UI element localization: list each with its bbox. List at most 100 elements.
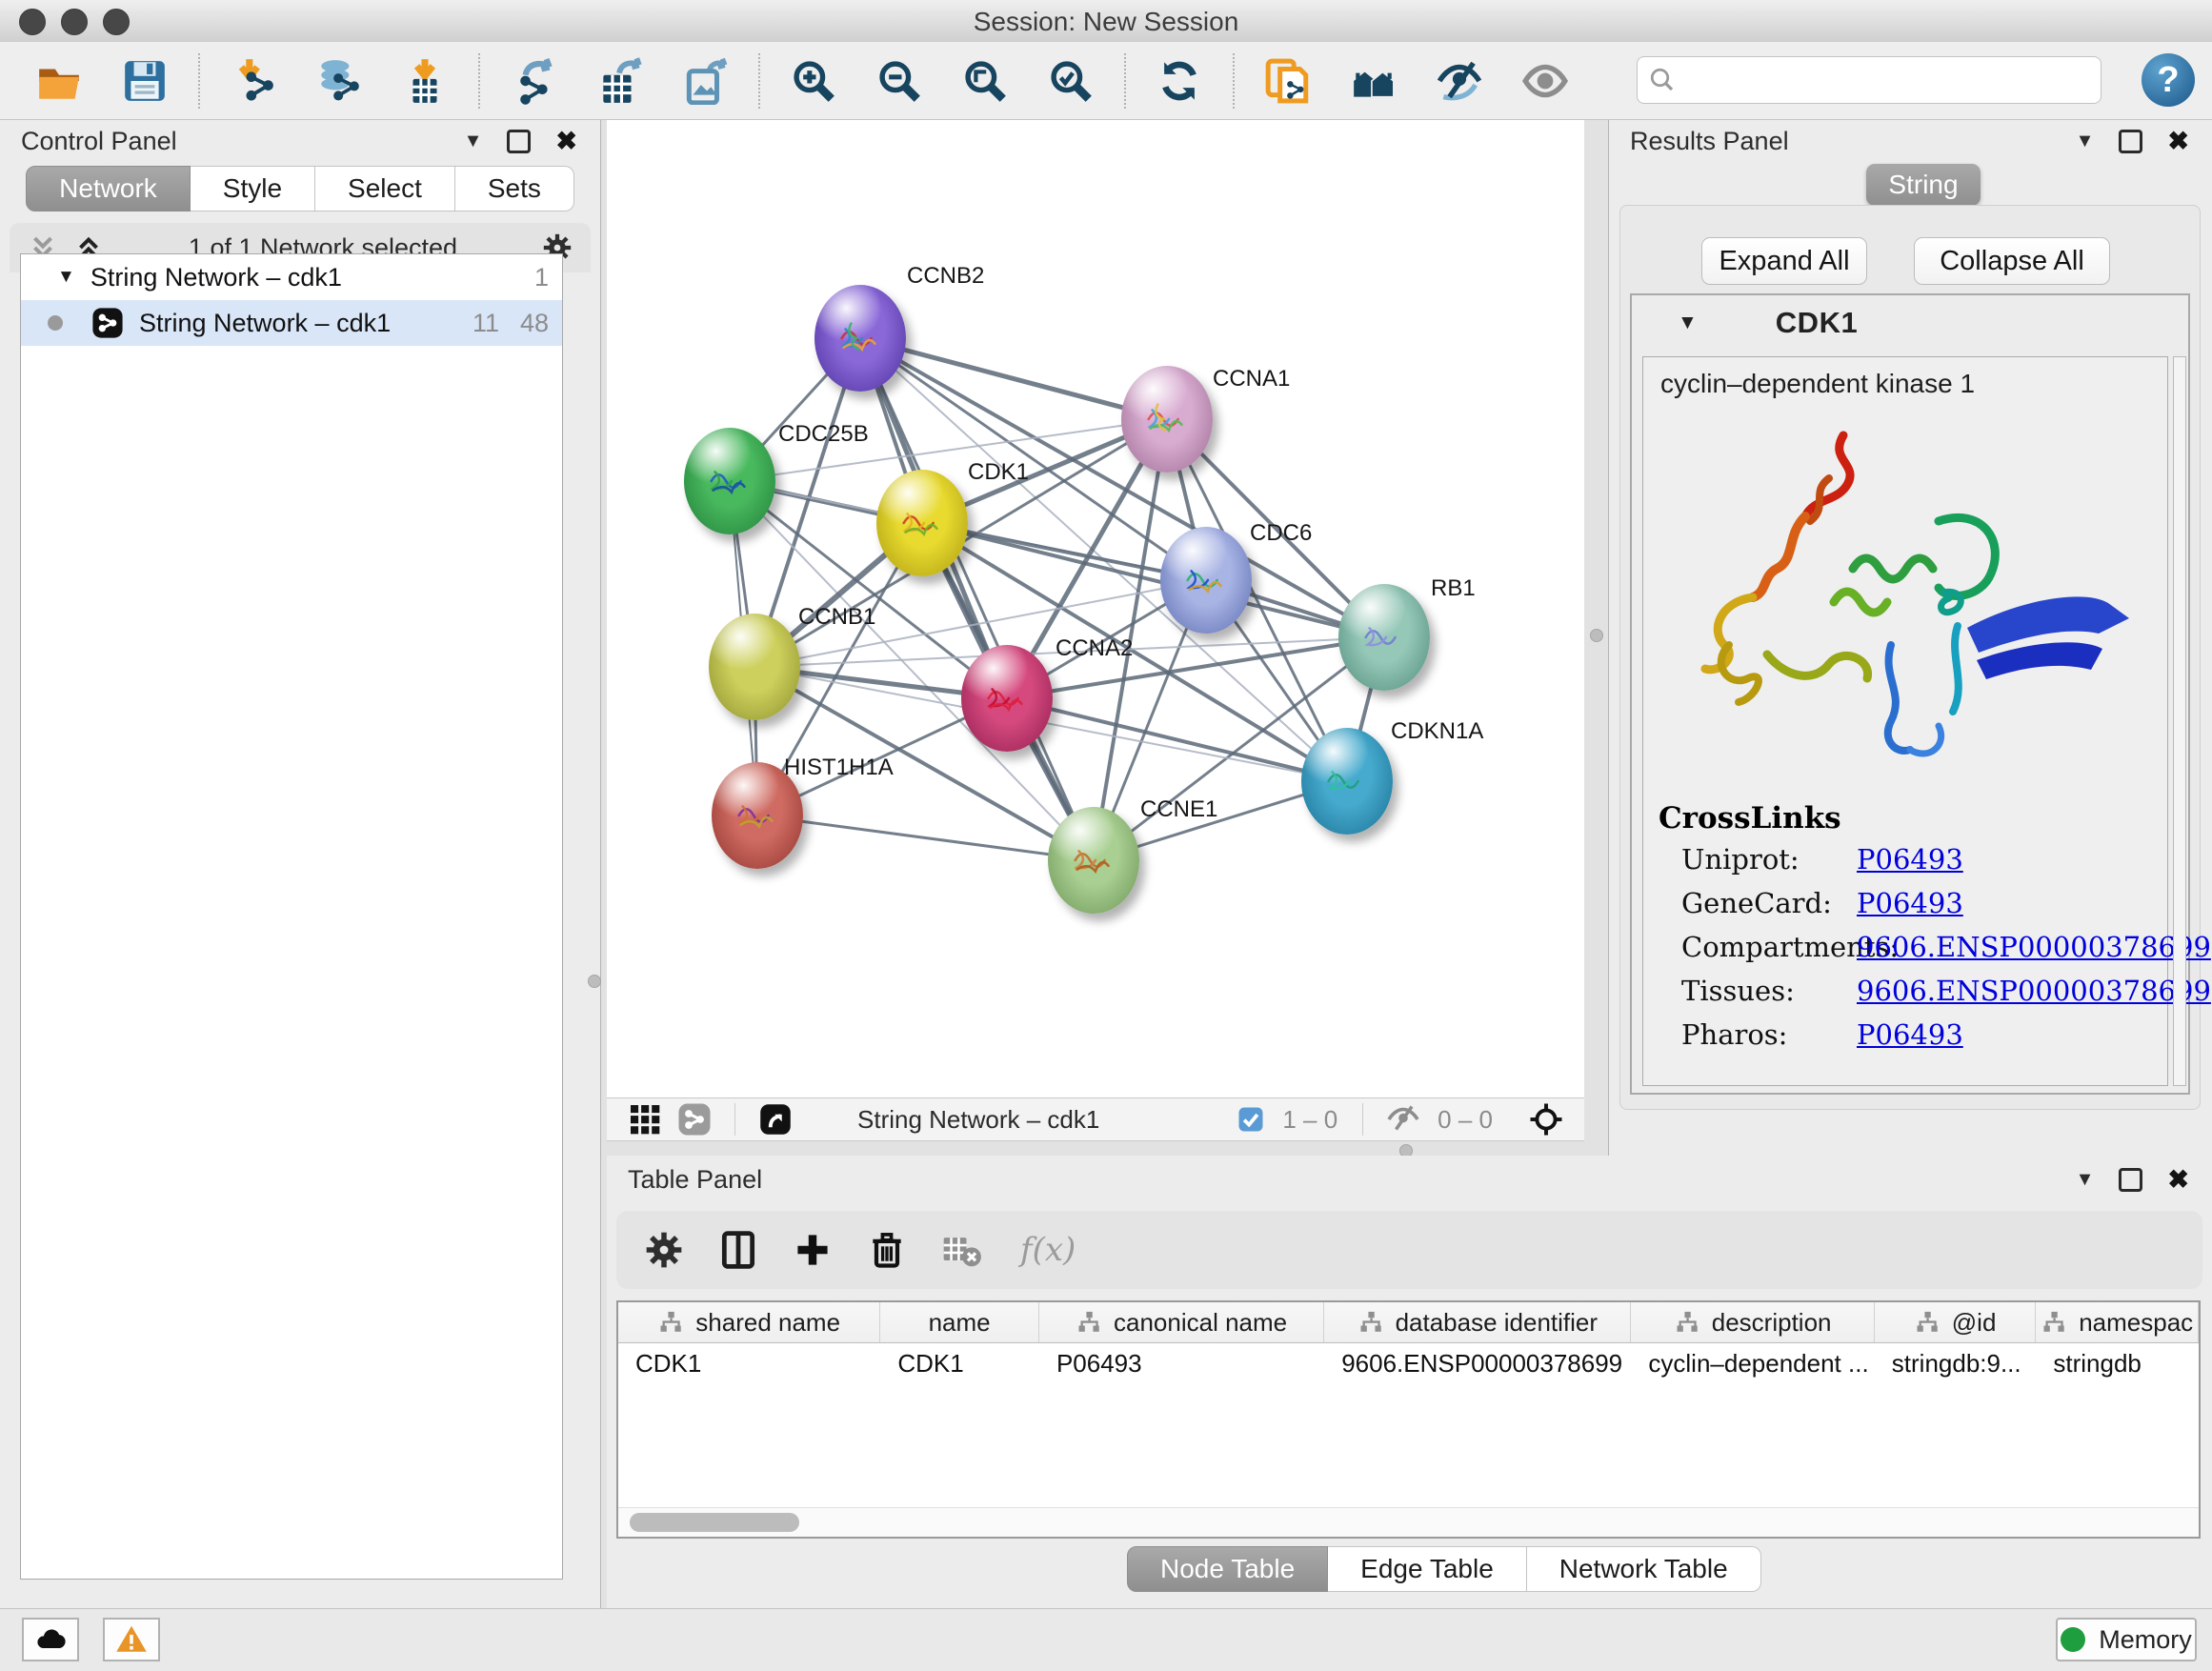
tab-network[interactable]: Network: [26, 166, 191, 211]
export-table-button[interactable]: [589, 50, 650, 111]
panel-menu-caret-icon[interactable]: ▼: [2076, 1169, 2095, 1191]
import-database-button[interactable]: [309, 50, 370, 111]
hide-selected-button[interactable]: [1429, 50, 1490, 111]
table-cell[interactable]: cyclin–dependent ...: [1631, 1343, 1874, 1383]
delete-table-icon[interactable]: [940, 1229, 982, 1271]
import-network-button[interactable]: [223, 50, 284, 111]
delete-column-icon[interactable]: [866, 1229, 908, 1271]
copy-network-button[interactable]: [1257, 50, 1318, 111]
network-edge[interactable]: [922, 523, 1384, 637]
crosslink-link[interactable]: 9606.ENSP00000378699: [1857, 975, 2211, 1007]
column-header--id[interactable]: @id: [1875, 1302, 2037, 1342]
tab-edge-table[interactable]: Edge Table: [1328, 1546, 1527, 1592]
gene-collapse-caret-icon[interactable]: ▼: [1678, 312, 1698, 334]
panel-menu-caret-icon[interactable]: ▼: [2076, 131, 2095, 152]
memory-status-dot-icon: [2061, 1627, 2085, 1652]
expand-all-button[interactable]: Expand All: [1701, 237, 1867, 285]
refresh-button[interactable]: [1149, 50, 1210, 111]
splitter-grip[interactable]: [1590, 629, 1603, 642]
collapse-all-button[interactable]: Collapse All: [1914, 237, 2110, 285]
table-hscrollbar[interactable]: [618, 1507, 2199, 1537]
crosshair-icon[interactable]: [1529, 1102, 1563, 1137]
panel-close-icon[interactable]: ✖: [555, 127, 577, 156]
column-header-namespac[interactable]: namespac: [2036, 1302, 2199, 1342]
network-view-canvas[interactable]: CCNB2CCNA1CDC25BCDK1CDC6RB1CCNB1CCNA2CDK…: [607, 120, 1584, 1097]
warnings-button[interactable]: [103, 1618, 160, 1661]
network-view-icon[interactable]: [677, 1102, 712, 1137]
tab-node-table[interactable]: Node Table: [1127, 1546, 1328, 1592]
search-icon: [1648, 66, 1677, 94]
table-cell[interactable]: P06493: [1039, 1343, 1324, 1383]
column-header-shared-name[interactable]: shared name: [618, 1302, 880, 1342]
network-node-CDC6[interactable]: [1160, 527, 1252, 634]
cloud-status-button[interactable]: [22, 1618, 79, 1661]
tab-string[interactable]: String: [1866, 164, 1981, 206]
network-edge[interactable]: [860, 338, 1167, 419]
crosslink-link[interactable]: P06493: [1857, 887, 1963, 919]
grid-view-icon[interactable]: [628, 1102, 662, 1137]
add-column-icon[interactable]: [792, 1229, 834, 1271]
tab-network-table[interactable]: Network Table: [1527, 1546, 1761, 1592]
splitter-grip[interactable]: [588, 975, 601, 988]
column-header-description[interactable]: description: [1631, 1302, 1874, 1342]
export-network-button[interactable]: [503, 50, 564, 111]
zoom-fit-button[interactable]: [955, 50, 1016, 111]
open-session-button[interactable]: [29, 50, 90, 111]
hscrollbar-thumb[interactable]: [630, 1513, 799, 1532]
column-header-database-identifier[interactable]: database identifier: [1324, 1302, 1631, 1342]
table-cell[interactable]: stringdb:9...: [1875, 1343, 2037, 1383]
table-settings-gear-icon[interactable]: [643, 1229, 685, 1271]
function-builder-icon[interactable]: f(x): [1020, 1231, 1076, 1269]
show-columns-icon[interactable]: [717, 1229, 759, 1271]
panel-close-icon[interactable]: ✖: [2167, 127, 2189, 156]
zoom-selected-button[interactable]: [1040, 50, 1101, 111]
network-node-CDKN1A[interactable]: [1301, 728, 1393, 835]
panel-float-icon[interactable]: [2119, 130, 2142, 153]
birds-eye-view-icon[interactable]: [758, 1102, 793, 1137]
network-node-CCNA2[interactable]: [961, 645, 1053, 752]
panel-float-icon[interactable]: [2119, 1168, 2142, 1192]
network-node-CDC25B[interactable]: [684, 428, 775, 534]
column-header-name[interactable]: name: [880, 1302, 1039, 1342]
network-edge[interactable]: [860, 338, 1094, 860]
memory-button[interactable]: Memory: [2056, 1618, 2197, 1661]
import-table-button[interactable]: [394, 50, 455, 111]
crosslink-link[interactable]: P06493: [1857, 1018, 1963, 1051]
table-cell[interactable]: stringdb: [2036, 1343, 2199, 1383]
network-node-CCNA1[interactable]: [1121, 366, 1213, 473]
hidden-eye-icon[interactable]: [1386, 1102, 1420, 1137]
tab-sets[interactable]: Sets: [455, 166, 574, 211]
export-image-button[interactable]: [674, 50, 735, 111]
tab-style[interactable]: Style: [191, 166, 315, 211]
footer-separator: [734, 1103, 735, 1136]
first-neighbors-button[interactable]: [1343, 50, 1404, 111]
zoom-out-button[interactable]: [869, 50, 930, 111]
network-node-CCNE1[interactable]: [1048, 807, 1139, 914]
show-all-button[interactable]: [1515, 50, 1576, 111]
search-input[interactable]: [1637, 56, 2101, 104]
tree-caret-icon[interactable]: ▼: [57, 267, 75, 288]
network-node-RB1[interactable]: [1338, 584, 1430, 691]
network-edge[interactable]: [757, 815, 1094, 860]
help-button[interactable]: ?: [2142, 53, 2195, 107]
column-header-canonical-name[interactable]: canonical name: [1039, 1302, 1324, 1342]
network-node-CCNB2[interactable]: [814, 285, 906, 392]
table-cell[interactable]: 9606.ENSP00000378699: [1324, 1343, 1631, 1383]
panel-float-icon[interactable]: [507, 130, 531, 153]
table-cell[interactable]: CDK1: [618, 1343, 880, 1383]
crosslink-link[interactable]: 9606.ENSP00000378699: [1857, 931, 2211, 963]
crosslink-link[interactable]: P06493: [1857, 843, 1963, 876]
zoom-in-button[interactable]: [783, 50, 844, 111]
results-scrollbar[interactable]: [2173, 356, 2186, 1086]
selected-checkbox-icon[interactable]: [1237, 1105, 1265, 1134]
network-collection-row[interactable]: ▼ String Network – cdk1 1: [21, 254, 562, 300]
panel-close-icon[interactable]: ✖: [2167, 1165, 2189, 1195]
network-row-selected[interactable]: String Network – cdk1 11 48: [21, 300, 562, 346]
tab-select[interactable]: Select: [315, 166, 455, 211]
network-node-CDK1[interactable]: [876, 470, 968, 576]
table-cell[interactable]: CDK1: [880, 1343, 1039, 1383]
panel-menu-caret-icon[interactable]: ▼: [464, 131, 483, 152]
table-row[interactable]: CDK1CDK1P064939606.ENSP00000378699cyclin…: [618, 1343, 2199, 1383]
save-session-button[interactable]: [114, 50, 175, 111]
network-node-CCNB1[interactable]: [709, 614, 800, 720]
